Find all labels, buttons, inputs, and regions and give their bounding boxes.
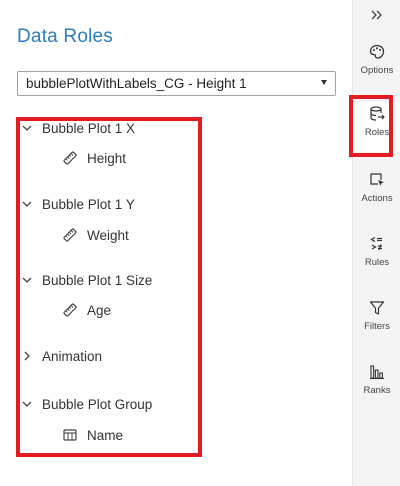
rail-rules-button[interactable]: Rules	[353, 234, 400, 268]
data-roles-panel: Data Roles bubblePlotWithLabels_CG - Hei…	[0, 0, 352, 486]
measure-icon	[62, 150, 78, 166]
role-group-label: Animation	[42, 348, 103, 364]
page-title: Data Roles	[17, 26, 113, 47]
dropdown-value: bubblePlotWithLabels_CG - Height 1	[26, 76, 247, 91]
rules-icon	[367, 234, 387, 254]
role-item-label: Name	[87, 427, 124, 443]
collapse-rail-button[interactable]	[353, 6, 400, 26]
role-item-label: Height	[87, 150, 127, 166]
role-item-label: Weight	[87, 227, 129, 243]
chevron-down-icon	[20, 197, 34, 211]
chevron-right-icon	[20, 349, 34, 363]
role-item-name[interactable]: Name	[62, 425, 123, 445]
roles-tab-highlight-box	[349, 95, 393, 157]
role-group-animation[interactable]: Animation	[20, 346, 102, 366]
rail-ranks-button[interactable]: Ranks	[353, 362, 400, 396]
role-group-bubble-plot-1-y[interactable]: Bubble Plot 1 Y	[20, 194, 135, 214]
object-select-dropdown[interactable]: bubblePlotWithLabels_CG - Height 1	[17, 71, 336, 96]
role-item-age[interactable]: Age	[62, 300, 111, 320]
right-side-rail: Options Roles Actions Rules Filters Rank…	[352, 0, 400, 486]
chevron-down-icon	[20, 397, 34, 411]
role-group-bubble-plot-1-size[interactable]: Bubble Plot 1 Size	[20, 270, 152, 290]
rail-options-button[interactable]: Options	[353, 42, 400, 76]
rail-label: Ranks	[363, 385, 391, 396]
rail-label: Filters	[364, 321, 390, 332]
cursor-box-icon	[367, 170, 387, 190]
rail-filters-button[interactable]: Filters	[353, 298, 400, 332]
role-item-height[interactable]: Height	[62, 148, 126, 168]
role-item-weight[interactable]: Weight	[62, 225, 129, 245]
double-chevron-right-icon	[371, 7, 383, 25]
category-icon	[62, 427, 78, 443]
role-group-label: Bubble Plot Group	[42, 396, 153, 412]
role-group-bubble-plot-1-x[interactable]: Bubble Plot 1 X	[20, 118, 135, 138]
chevron-down-icon	[20, 273, 34, 287]
chevron-down-icon	[20, 121, 34, 135]
rail-actions-button[interactable]: Actions	[353, 170, 400, 204]
role-item-label: Age	[87, 302, 112, 318]
rail-label: Options	[360, 65, 394, 76]
caret-down-icon	[321, 80, 327, 85]
role-group-label: Bubble Plot 1 Y	[42, 196, 135, 212]
rail-label: Actions	[361, 193, 393, 204]
measure-icon	[62, 227, 78, 243]
role-group-label: Bubble Plot 1 Size	[42, 272, 153, 288]
funnel-icon	[367, 298, 387, 318]
role-group-bubble-plot-group[interactable]: Bubble Plot Group	[20, 394, 152, 414]
measure-icon	[62, 302, 78, 318]
bars-icon	[367, 362, 387, 382]
role-group-label: Bubble Plot 1 X	[42, 120, 136, 136]
rail-label: Rules	[364, 257, 390, 268]
palette-icon	[367, 42, 387, 62]
